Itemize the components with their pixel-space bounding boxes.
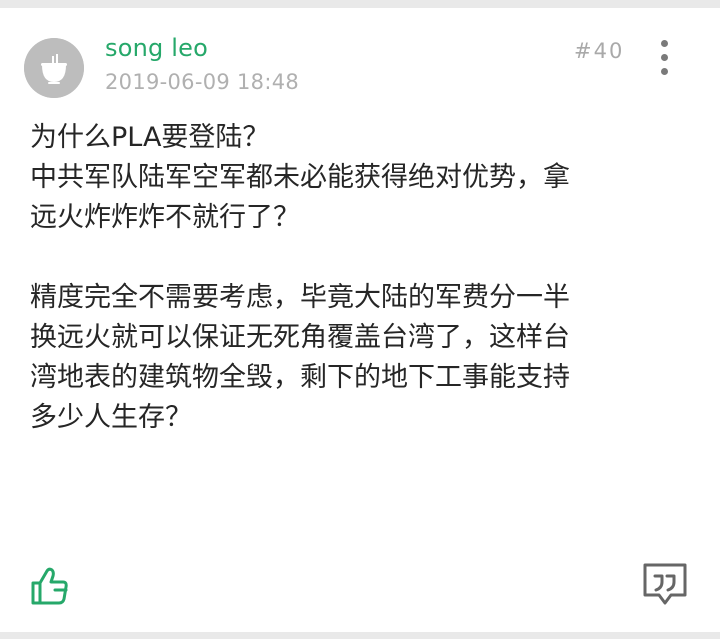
quote-reply-icon <box>643 563 687 605</box>
content-line: 中共军队陆军空军都未必能获得绝对优势，拿 <box>30 162 570 193</box>
content-line: 湾地表的建筑物全毁，剩下的地下工事能支持 <box>30 362 570 393</box>
like-button[interactable] <box>30 566 74 606</box>
avatar[interactable] <box>24 38 84 98</box>
content-line: 为什么PLA要登陆？ <box>30 122 270 153</box>
post-timestamp: 2019-06-09 18:48 <box>105 70 300 94</box>
content-line: 多少人生存？ <box>30 402 192 433</box>
floor-number: #40 <box>574 39 625 63</box>
content-line: 远火炸炸炸不就行了？ <box>30 202 300 233</box>
content-line: 精度完全不需要考虑，毕竟大陆的军费分一半 <box>30 282 570 313</box>
post-card: song leo 2019-06-09 18:48 #40 为什么PLA要登陆？… <box>0 8 720 632</box>
author-name[interactable]: song leo <box>105 34 208 62</box>
content-line: 换远火就可以保证无死角覆盖台湾了，这样台 <box>30 322 570 353</box>
more-vertical-icon[interactable] <box>653 38 677 82</box>
avatar-icon <box>24 38 84 98</box>
quote-reply-button[interactable] <box>641 562 689 606</box>
post-content: 为什么PLA要登陆？ 中共军队陆军空军都未必能获得绝对优势，拿 远火炸炸炸不就行了？… <box>30 118 690 438</box>
thumbs-up-icon <box>31 567 68 605</box>
